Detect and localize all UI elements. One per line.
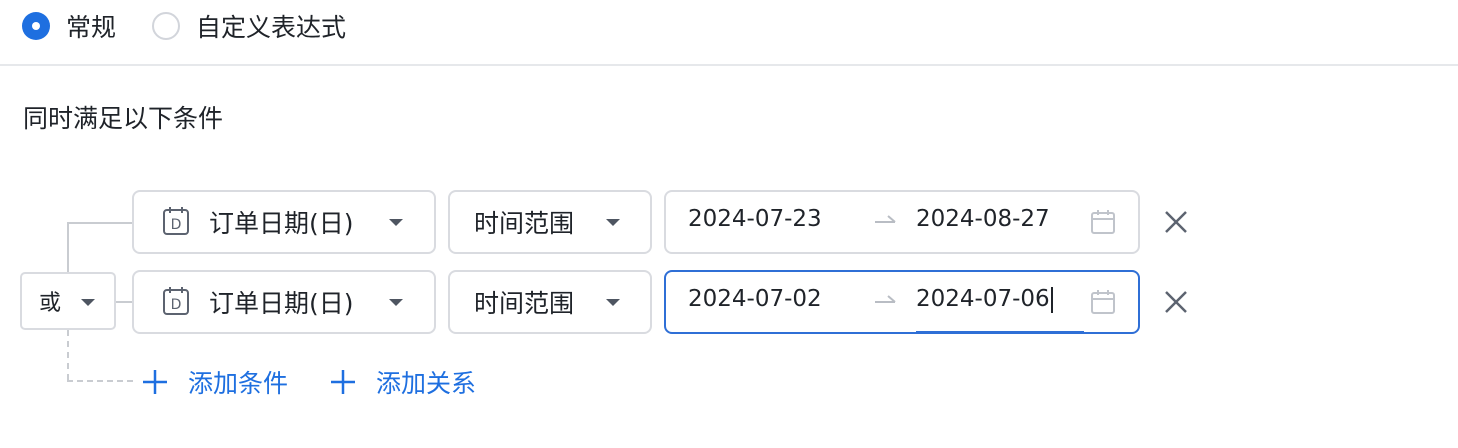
field-label: 订单日期(日) [209,209,354,238]
relation-label: 或 [39,291,62,316]
connector-top-branch [67,222,132,224]
add-relation-label: 添加关系 [376,369,477,398]
date-field-icon: D [163,207,189,235]
connector-middle-branch [116,301,132,303]
connector-dashed-branch [67,380,133,382]
date-range-picker[interactable]: 2024-07-23 2024-08-27 [664,190,1140,254]
radio-label-normal: 常规 [66,13,117,42]
radio-option-normal[interactable]: 常规 [22,8,116,44]
connector-dashed-vertical [67,330,69,380]
calendar-icon[interactable] [1090,209,1116,235]
arrow-right-icon [875,215,896,223]
range-end-input[interactable]: 2024-08-27 [916,206,1050,232]
svg-text:D: D [171,217,182,233]
plus-icon [143,370,167,394]
chevron-down-icon [606,299,620,306]
add-condition-button[interactable]: 添加条件 [142,364,288,400]
calendar-icon[interactable] [1090,289,1116,315]
operator-label: 时间范围 [474,209,575,238]
chevron-down-icon [389,219,403,226]
svg-text:D: D [171,297,182,313]
text-cursor [1050,286,1053,313]
active-input-indicator [916,331,1084,334]
add-condition-label: 添加条件 [188,369,289,398]
chevron-down-icon [81,299,95,306]
plus-icon [331,370,355,394]
mode-radio-group: 常规 自定义表达式 [22,8,382,44]
range-start-input[interactable]: 2024-07-02 [688,286,822,312]
arrow-right-icon [875,295,896,303]
radio-checked-icon[interactable] [22,12,50,40]
range-end-value: 2024-07-06 [916,286,1050,312]
radio-option-custom-expression[interactable]: 自定义表达式 [152,8,346,44]
add-relation-button[interactable]: 添加关系 [330,364,476,400]
divider [0,64,1458,66]
close-icon[interactable] [1161,287,1191,317]
section-title: 同时满足以下条件 [23,104,224,133]
radio-unchecked-icon[interactable] [152,12,181,40]
date-field-icon: D [163,287,189,315]
operator-select[interactable]: 时间范围 [448,270,652,334]
field-label: 订单日期(日) [209,289,354,318]
chevron-down-icon [389,299,403,306]
field-select[interactable]: D 订单日期(日) [132,190,436,254]
range-start-input[interactable]: 2024-07-23 [688,206,822,232]
connector-vertical [67,222,69,272]
date-range-picker[interactable]: 2024-07-02 2024-07-06 [664,270,1140,334]
operator-label: 时间范围 [474,289,575,318]
range-end-input-active[interactable]: 2024-07-06 [916,286,1053,313]
chevron-down-icon [606,219,620,226]
radio-label-custom-expression: 自定义表达式 [196,13,347,42]
field-select[interactable]: D 订单日期(日) [132,270,436,334]
operator-select[interactable]: 时间范围 [448,190,652,254]
close-icon[interactable] [1161,207,1191,237]
relation-select[interactable]: 或 [20,272,116,330]
